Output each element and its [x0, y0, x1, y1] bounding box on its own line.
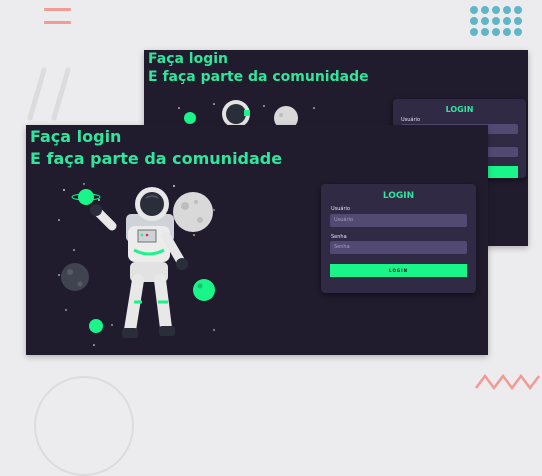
back-illustration [178, 100, 315, 128]
zigzag-decoration [475, 373, 540, 391]
front-login-card: LOGIN Usuário Usuário Senha Senha LOGIN [321, 184, 476, 293]
dots-grid-icon [470, 6, 522, 36]
front-password-label: Senha [331, 234, 347, 240]
front-login-title: LOGIN [382, 191, 415, 201]
front-heading-line1: Faça login [30, 127, 122, 146]
menu-icon [44, 8, 71, 24]
front-heading-line2: E faça parte da comunidade [30, 149, 283, 168]
front-password-input[interactable]: Senha [330, 241, 467, 254]
slash-decoration [27, 67, 71, 121]
back-heading-line2: E faça parte da comunidade [148, 69, 369, 85]
astronaut-illustration [58, 183, 215, 346]
moon-icon [173, 192, 213, 232]
back-username-label: Usuário [401, 117, 421, 123]
back-heading-line1: Faça login [148, 51, 229, 67]
front-username-label: Usuário [331, 206, 351, 212]
front-login-button[interactable]: LOGIN [330, 264, 467, 277]
circle-decoration [34, 376, 134, 476]
back-login-title: LOGIN [445, 105, 474, 114]
front-login-screen: Faça login E faça parte da comunidade LO… [26, 125, 488, 355]
front-username-input[interactable]: Usuário [330, 214, 467, 227]
planet-icon [71, 189, 101, 205]
